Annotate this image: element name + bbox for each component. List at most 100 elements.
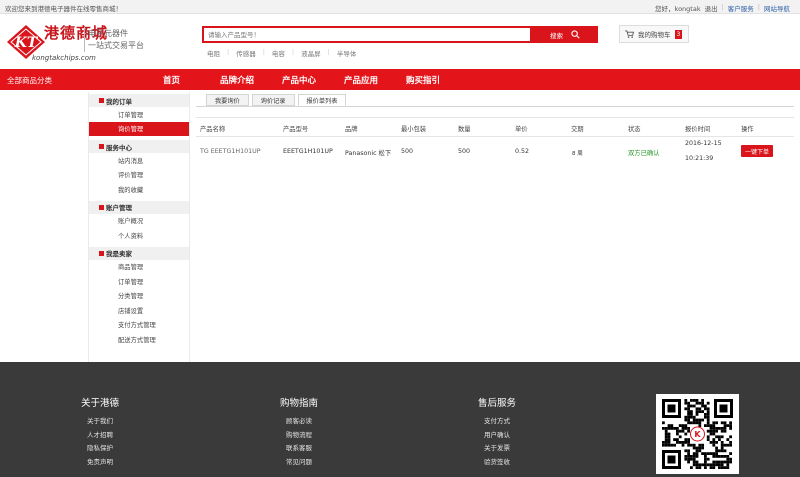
cell-quote-time: 10:21:39	[685, 155, 714, 162]
hot-keyword[interactable]: 传感器	[236, 48, 256, 58]
sidebar-item-payment-methods[interactable]: 支付方式管理	[89, 318, 189, 333]
footer-link[interactable]: 隐私保护	[81, 442, 119, 456]
column-header: 操作	[741, 126, 754, 133]
cell-min-pack: 500	[401, 148, 414, 155]
sidebar-item-products[interactable]: 商品管理	[89, 260, 189, 275]
site-nav-link[interactable]: 网站导航	[764, 3, 790, 13]
account-sidebar: 我的订单 订单管理 询价管理 服务中心 站内消息 评价管理 我的收藏 账户管理 …	[88, 92, 190, 362]
column-header: 数量	[458, 126, 471, 133]
tab-underline	[196, 106, 794, 107]
search-box	[202, 26, 532, 43]
hot-keyword[interactable]: 半导体	[337, 48, 357, 58]
cart-button[interactable]: 我的购物车 3	[619, 25, 689, 43]
footer-column-title: 购物指南	[280, 398, 319, 409]
footer-column-guide: 购物指南 顾客必读 购物流程 联系客服 常见问题	[280, 395, 318, 470]
sidebar-item-profile[interactable]: 个人资料	[89, 228, 189, 243]
column-header: 报价时间	[685, 126, 711, 133]
footer-link[interactable]: 购物流程	[280, 429, 318, 443]
footer-link[interactable]: 用户确认	[478, 429, 516, 443]
svg-text:K: K	[694, 430, 701, 439]
sidebar-item-delivery-methods[interactable]: 配送方式管理	[89, 332, 189, 347]
tab-inquiry-records[interactable]: 询价记录	[251, 94, 295, 106]
sidebar-item-messages[interactable]: 站内消息	[89, 153, 189, 168]
cell-product-name[interactable]: TG EEETG1H101UP	[200, 148, 261, 155]
search-input[interactable]	[208, 30, 518, 40]
sidebar-item-inquiry-management[interactable]: 询价管理	[89, 121, 189, 136]
sidebar-item-order-management[interactable]: 订单管理	[89, 107, 189, 122]
logo-divider	[84, 27, 85, 52]
column-header: 单价	[515, 126, 528, 133]
search-button[interactable]: 搜索	[532, 26, 598, 43]
column-header: 交期	[571, 126, 584, 133]
cell-lead-time: 8 周	[572, 151, 583, 157]
sidebar-group-service: 服务中心	[89, 140, 189, 153]
hot-keyword[interactable]: 电阻	[207, 48, 220, 58]
sidebar-group-title: 我的订单	[106, 97, 132, 106]
cell-unit-price: 0.52	[515, 148, 530, 155]
footer-link[interactable]: 关于发票	[478, 442, 516, 456]
footer-column-title: 关于港德	[81, 398, 120, 409]
slogan-line-2: 一站式交易平台	[88, 41, 144, 50]
column-header: 状态	[628, 126, 641, 133]
column-header: 品牌	[345, 126, 358, 133]
brand-domain: kongtakchips.com	[32, 54, 96, 62]
inquiry-tabs: 我要询价 询价记录 报价单列表	[206, 94, 347, 106]
cell-quantity: 500	[458, 148, 471, 155]
column-header: 产品名称	[200, 126, 226, 133]
square-bullet-icon	[99, 98, 104, 103]
sidebar-group-title: 服务中心	[106, 143, 132, 152]
footer-link[interactable]: 人才招聘	[81, 429, 119, 443]
nav-home[interactable]: 首页	[163, 74, 180, 86]
sidebar-item-categories[interactable]: 分类管理	[89, 289, 189, 304]
divider: |	[227, 48, 230, 56]
logout-link[interactable]: 退出	[705, 3, 718, 13]
hot-keyword[interactable]: 电容	[272, 48, 285, 58]
welcome-text: 欢迎您来到港德电子器件在线零售商城！	[5, 5, 122, 13]
footer-link[interactable]: 支付方式	[478, 415, 516, 429]
tab-quotation-list[interactable]: 报价单列表	[297, 94, 347, 106]
sidebar-item-favorites[interactable]: 我的收藏	[89, 182, 189, 197]
footer-link[interactable]: 验货签收	[478, 456, 516, 470]
sidebar-item-seller-orders[interactable]: 订单管理	[89, 274, 189, 289]
one-click-order-button[interactable]: 一键下单	[741, 145, 773, 157]
hot-keywords: 电阻 | 传感器 | 电容 | 液晶屏 | 半导体	[207, 48, 356, 58]
nav-buying-guide[interactable]: 购买指引	[406, 74, 440, 86]
nav-products[interactable]: 产品中心	[282, 74, 316, 86]
divider: |	[291, 48, 295, 56]
footer-link[interactable]: 顾客必读	[280, 415, 318, 429]
cart-icon	[625, 30, 634, 38]
sidebar-group-seller: 我是卖家	[89, 246, 189, 260]
hot-keyword[interactable]: 液晶屏	[301, 48, 321, 58]
divider: |	[327, 48, 330, 56]
table-header: 产品名称 产品型号 品牌 最小包装 数量 单价 交期 状态 报价时间 操作	[196, 117, 794, 137]
main-nav: 全部商品分类 首页 品牌介绍 产品中心 产品应用 购买指引	[0, 69, 800, 90]
footer-column-about: 关于港德 关于我们 人才招聘 隐私保护 免责声明	[81, 395, 119, 470]
search-icon	[571, 30, 580, 39]
qr-code-icon: K	[656, 394, 739, 474]
footer-link[interactable]: 常见问题	[280, 456, 318, 470]
nav-brands[interactable]: 品牌介绍	[220, 74, 254, 86]
nav-applications[interactable]: 产品应用	[344, 74, 378, 86]
footer-link[interactable]: 关于我们	[81, 415, 119, 429]
sidebar-group-account: 账户管理	[89, 200, 189, 214]
sidebar-group-orders: 我的订单	[89, 94, 189, 107]
divider: |	[721, 3, 724, 11]
tab-new-inquiry[interactable]: 我要询价	[206, 94, 249, 106]
footer-link[interactable]: 免责声明	[81, 456, 119, 470]
sidebar-item-reviews[interactable]: 评价管理	[89, 168, 189, 183]
customer-service-link[interactable]: 客户服务	[728, 3, 754, 13]
all-categories-menu[interactable]: 全部商品分类	[7, 75, 52, 86]
footer-column-after-sales: 售后服务 支付方式 用户确认 关于发票 验货签收	[478, 395, 516, 470]
cell-status: 双方已确认	[628, 150, 660, 157]
cart-count-badge: 3	[674, 29, 683, 39]
search-button-label: 搜索	[550, 31, 563, 40]
sidebar-item-account-overview[interactable]: 账户概况	[89, 214, 189, 229]
column-header: 产品型号	[283, 126, 309, 133]
divider: |	[757, 3, 760, 11]
top-links: 您好，kongtak 退出 | 客户服务 | 网站导航	[655, 3, 790, 13]
footer-link[interactable]: 联系客服	[280, 442, 318, 456]
column-header: 最小包装	[401, 126, 427, 133]
square-bullet-icon	[99, 204, 104, 210]
sidebar-item-store-settings[interactable]: 店铺设置	[89, 303, 189, 318]
footer-column-title: 售后服务	[478, 398, 517, 409]
